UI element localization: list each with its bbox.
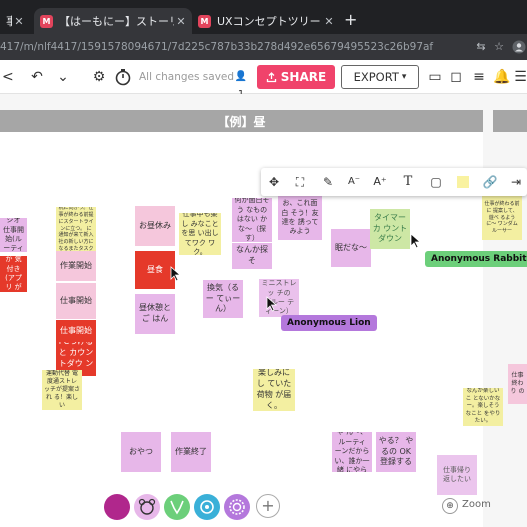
comment-icon[interactable]: ◻ — [447, 68, 465, 86]
sticky-note[interactable]: 仕事中も楽し みなことを思 い出してワク ワク。 — [179, 213, 221, 255]
browser-tab-active[interactable]: M 【はーもにー】ストーリーボード - ✕ — [34, 8, 192, 34]
sticky-note[interactable]: 運動代替 電度通ストレ ッチが提案され る！楽しい — [42, 370, 82, 410]
miro-favicon-icon: M — [40, 14, 53, 28]
sticky-note[interactable]: お昼休み — [135, 206, 175, 246]
notification-bell-icon[interactable]: 🔔 — [493, 68, 510, 86]
translate-icon[interactable]: ⇆ — [474, 40, 488, 54]
link-icon[interactable]: 🔗 — [481, 174, 499, 190]
export-label: EXPORT — [353, 70, 399, 84]
sticky-note[interactable]: なんか楽しいこ とないかな ー。楽しそうなこと をやりたい。 — [463, 388, 503, 426]
undo-icon[interactable]: ↶ — [30, 68, 44, 86]
chevron-down-icon: ▾ — [401, 72, 407, 82]
browser-tab-bar: 事 ✕ M 【はーもにー】ストーリーボード - ✕ M UXコンセプトツリー 3… — [0, 0, 527, 34]
chevron-down-icon[interactable]: ⌄ — [56, 68, 70, 86]
back-icon[interactable]: < — [2, 68, 14, 86]
tab-close-icon[interactable]: ✕ — [174, 15, 188, 28]
cursor-icon — [410, 233, 422, 249]
tab-title: UXコンセプトツリー 3.はーもにー — [217, 15, 322, 28]
avatar-animal-icon[interactable] — [194, 494, 220, 520]
avatar[interactable] — [104, 494, 130, 520]
sticky-note[interactable]: なんか探そ — [232, 243, 272, 269]
fit-icon[interactable]: ⛶ — [291, 174, 309, 190]
sticky-note[interactable]: 分と何か 気付き(アプリ が提案) — [0, 256, 27, 292]
sticky-note[interactable]: 眠だな〜 — [331, 229, 371, 267]
chat-icon[interactable]: ▭ — [426, 68, 444, 86]
font-smaller-icon[interactable]: A⁻ — [345, 174, 363, 190]
sticky-note[interactable]: 昼食 — [135, 251, 175, 289]
font-larger-icon[interactable]: A⁺ — [371, 174, 389, 190]
avatar-animal-icon[interactable] — [134, 494, 160, 520]
browser-tab[interactable]: M UXコンセプトツリー 3.はーもにー ✕ — [192, 8, 340, 34]
address-bar[interactable]: 417/m/nlf4417/1591578094671/7d225c787b33… — [0, 34, 527, 60]
sticky-note[interactable]: 何か面白そう なものはない かな〜（探す） — [232, 198, 272, 242]
board-toolbar: < ↶ ⌄ ⚙ All changes saved 👤1 SHARE EXPOR… — [0, 60, 527, 100]
sticky-note[interactable]: 仕事が終わる前に 提案して、遊べ るように〜 ワンダムルーサー — [482, 196, 522, 240]
sticky-format-toolbar: ✥ ⛶ ✎ A⁻ A⁺ T ▢ 🔗 ⇥ — [261, 168, 527, 196]
sticky-note[interactable]: 仕事開始 — [56, 283, 96, 319]
collaborator-label: Anonymous Rabbit — [425, 251, 527, 267]
sticky-note[interactable]: 机に向かう。仕事が終わる前提にスタートラインに立つ。 に通知が来て新入社の新しい… — [56, 207, 96, 251]
avatar-animal-icon[interactable] — [224, 494, 250, 520]
sticky-note[interactable]: お、これ面白 そう！友達を 誘ってみよう — [278, 196, 322, 240]
sticky-note[interactable]: これえたちゃ ん〜、ルーティ ーンだから い、誰か一緒 にやらん？ — [332, 432, 372, 472]
settings-icon[interactable]: ⚙ — [90, 68, 108, 86]
sticky-note[interactable]: ミニストレッ チの（ルー ティーン） — [259, 279, 299, 317]
zoom-label: Zoom — [462, 499, 491, 510]
more-icon[interactable]: ⇥ — [507, 174, 525, 190]
shape-icon[interactable]: ▢ — [427, 174, 445, 190]
tab-close-icon[interactable]: ✕ — [12, 15, 26, 28]
avatar-animal-icon[interactable] — [164, 494, 190, 520]
sticky-note[interactable]: やる？ やるの OK登録する — [376, 432, 416, 472]
sticky-note[interactable]: 昼休憩とご はん — [135, 294, 175, 334]
miro-favicon-icon: M — [198, 14, 211, 28]
browser-tab[interactable]: 事 ✕ — [0, 8, 30, 34]
profile-icon[interactable] — [510, 40, 527, 54]
timer-icon[interactable] — [114, 68, 132, 86]
move-icon[interactable]: ✥ — [265, 174, 283, 190]
share-upload-icon — [266, 71, 276, 82]
share-button[interactable]: SHARE — [257, 65, 335, 89]
frame-title[interactable]: 【例】昼 — [0, 110, 483, 132]
export-button[interactable]: EXPORT ▾ — [341, 65, 419, 89]
cursor-icon — [170, 266, 182, 282]
cursor-icon — [266, 296, 278, 312]
share-label: SHARE — [280, 70, 327, 84]
fit-screen-icon[interactable]: ⊕ — [442, 498, 458, 514]
save-status: All changes saved — [139, 71, 235, 83]
sticky-note[interactable]: おやつ — [121, 432, 161, 472]
tab-title: 【はーもにー】ストーリーボード - — [59, 15, 174, 28]
bookmark-star-icon[interactable]: ☆ — [492, 40, 506, 54]
sticky-note[interactable]: 作業終了 — [171, 432, 211, 472]
menu-list-icon[interactable]: ☰ — [514, 68, 527, 86]
sticky-note[interactable]: ーとラジオ 仕事開始(ルーティーン) — [0, 218, 27, 252]
color-swatch-icon[interactable] — [454, 174, 472, 190]
sticky-note[interactable]: タイマーカ ウントダウン — [370, 209, 410, 249]
add-collaborator-button[interactable]: + — [256, 494, 280, 518]
zoom-control[interactable]: ⊕ Zoom — [440, 478, 527, 514]
activity-icon[interactable]: ≡ — [470, 68, 488, 86]
sticky-note[interactable]: 楽しみにし ていた荷物 が届く。 — [253, 369, 295, 411]
new-tab-icon[interactable]: + — [344, 12, 357, 28]
sticky-note[interactable]: 仕事開始 — [56, 320, 96, 342]
sticky-note[interactable]: 作業開始 — [56, 251, 96, 281]
collaborator-label: Anonymous Lion — [281, 315, 377, 331]
tab-close-icon[interactable]: ✕ — [322, 15, 336, 28]
text-icon[interactable]: T — [399, 174, 417, 190]
user-count[interactable]: 👤1 — [232, 68, 250, 100]
frame-title-right[interactable] — [493, 110, 527, 132]
sticky-note[interactable]: 換気（るー てぃーん） — [203, 280, 243, 318]
user-icon: 👤 — [234, 71, 248, 82]
sticky-note[interactable]: 仕事終わり の — [508, 364, 527, 404]
url-text[interactable]: 417/m/nlf4417/1591578094671/7d225c787b33… — [0, 41, 433, 53]
pen-icon[interactable]: ✎ — [319, 174, 337, 190]
